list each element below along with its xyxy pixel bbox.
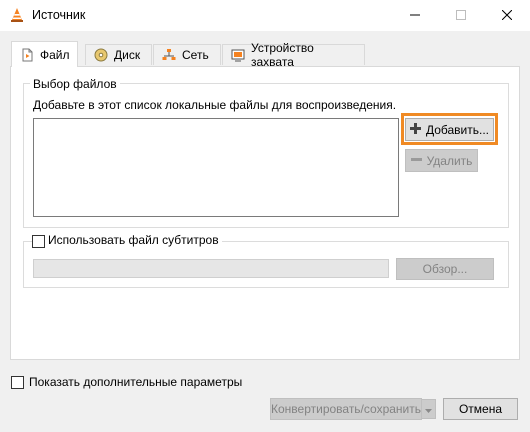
close-button[interactable] (484, 0, 530, 31)
vlc-cone-icon (9, 7, 25, 23)
browse-subtitles-button[interactable]: Обзор... (396, 258, 494, 280)
tab-capture-device[interactable]: Устройство захвата (222, 41, 365, 69)
convert-save-dropdown[interactable] (421, 399, 436, 419)
use-subtitles-checkbox[interactable] (32, 235, 45, 248)
close-icon (501, 9, 513, 23)
capture-device-icon (231, 48, 245, 62)
add-button-highlight (401, 113, 498, 145)
tab-file[interactable]: Файл (11, 41, 78, 67)
network-icon (162, 48, 176, 62)
use-subtitles-label: Использовать файл субтитров (45, 233, 222, 247)
file-icon (20, 48, 34, 62)
tab-capture-device-label: Устройство захвата (251, 41, 314, 69)
disc-icon (94, 48, 108, 62)
tab-disc[interactable]: Диск (85, 44, 152, 65)
window-title: Источник (32, 8, 86, 22)
minimize-button[interactable] (392, 0, 438, 31)
cancel-button-label: Отмена (458, 402, 503, 416)
tab-disc-label: Диск (114, 48, 141, 62)
file-selection-hint: Добавьте в этот список локальные файлы д… (33, 98, 397, 112)
tab-network[interactable]: Сеть (153, 44, 221, 65)
convert-save-button-label: Конвертировать/сохранить (271, 402, 421, 416)
remove-file-button[interactable]: Удалить (405, 149, 478, 172)
maximize-button[interactable] (438, 0, 484, 31)
tab-network-label: Сеть (182, 48, 209, 62)
show-more-options-checkbox[interactable] (11, 376, 24, 389)
tab-file-label: Файл (40, 47, 70, 62)
minimize-icon (410, 9, 420, 23)
convert-save-button[interactable]: Конвертировать/сохранить (270, 398, 422, 420)
remove-file-button-label: Удалить (426, 153, 473, 168)
maximize-icon (456, 9, 466, 23)
subtitle-path-field[interactable] (33, 259, 389, 278)
file-selection-group-title: Выбор файлов (30, 77, 120, 91)
browse-subtitles-button-label: Обзор... (422, 262, 468, 276)
cancel-button[interactable]: Отмена (443, 398, 518, 420)
open-media-dialog: Источник Файл Диск Сеть Устройство захва… (0, 0, 530, 432)
file-list[interactable] (33, 118, 399, 217)
title-bar: Источник (0, 0, 530, 31)
chevron-down-icon (425, 402, 432, 416)
minus-icon (410, 154, 422, 168)
show-more-options-label: Показать дополнительные параметры (29, 375, 243, 389)
